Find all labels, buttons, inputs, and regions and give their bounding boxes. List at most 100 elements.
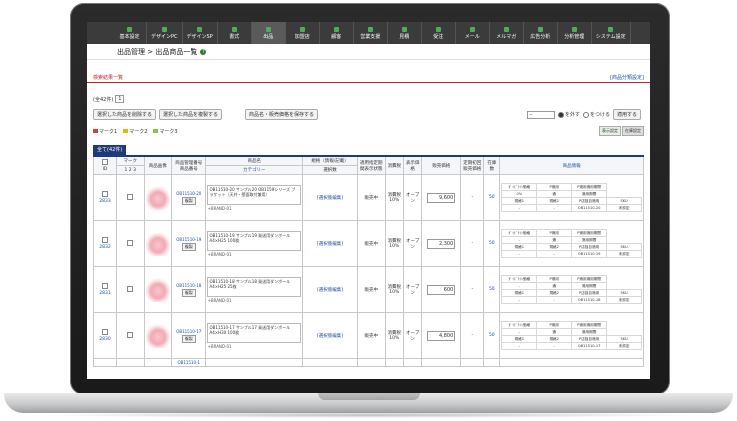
nav-item[interactable]: システム設定 xyxy=(592,22,631,44)
stock-link[interactable]: 50 xyxy=(489,287,495,292)
nav-item[interactable]: 広告分析 xyxy=(524,22,558,44)
nav-item-label: 受注 xyxy=(433,33,444,40)
nav-icon xyxy=(231,26,237,32)
nav-item[interactable]: 見積 xyxy=(388,22,422,44)
price-input[interactable]: 2,300 xyxy=(427,238,456,249)
duplicate-button[interactable]: 複製 xyxy=(181,288,196,297)
header-display: 表示価格 xyxy=(402,155,423,175)
mark-select[interactable]: -- xyxy=(526,110,555,119)
nav-item[interactable]: 分析管理 xyxy=(558,22,592,44)
stock-link[interactable]: 50 xyxy=(489,195,495,200)
row-price-cell: 4,800 xyxy=(421,312,462,359)
price-input[interactable]: 9,600 xyxy=(427,192,456,203)
stock-settings-button[interactable]: 在庫設定 xyxy=(622,126,644,136)
product-image[interactable] xyxy=(145,185,170,210)
mark-checkbox[interactable] xyxy=(127,285,134,292)
display-settings-button[interactable]: 表示設定 xyxy=(599,126,621,136)
nav-icon xyxy=(127,26,132,32)
delete-selected-button[interactable]: 選択した商品を削除する xyxy=(93,109,157,120)
row-id-link[interactable]: 2831 xyxy=(99,291,110,296)
info-cell: P店独自適用 xyxy=(571,335,608,343)
mark-select-value: -- xyxy=(528,111,533,118)
nav-item[interactable]: 出品 xyxy=(251,22,286,44)
nav-item[interactable]: 顧客 xyxy=(320,22,354,44)
nav-item-label: 顧客 xyxy=(331,33,342,40)
row-spec-cell: [選択肢編集] xyxy=(301,220,359,267)
edit-options-link[interactable]: [選択肢編集] xyxy=(317,288,343,293)
nav-item[interactable]: デザインSP xyxy=(183,22,218,44)
apply-button[interactable]: 適用する xyxy=(612,109,641,120)
row-checkbox[interactable] xyxy=(101,191,108,197)
nav-item[interactable]: デザインPC xyxy=(147,22,183,44)
mark-num: 3 xyxy=(133,167,136,173)
mark-checkbox[interactable] xyxy=(127,193,134,200)
product-name-input[interactable]: OB11510-20 サンプル20 OB1159シリーズ ブラケット（天井・壁面… xyxy=(207,184,301,205)
mark-checkbox[interactable] xyxy=(127,331,134,338)
radio-add[interactable]: をつける xyxy=(582,111,610,118)
product-code-link[interactable]: OB11510-17 xyxy=(173,329,204,334)
nav-item[interactable]: 受注 xyxy=(422,22,456,44)
edit-options-link[interactable]: [選択肢編集] xyxy=(317,334,343,339)
row-id-link[interactable]: 2830 xyxy=(99,337,110,342)
header-category: カテゴリー xyxy=(205,165,303,175)
info-cell: 未設定 xyxy=(606,250,642,258)
duplicate-button[interactable]: 複製 xyxy=(181,334,196,343)
product-name-input[interactable]: OB11510-18 サンプル18 発送用ダンボール A4×H25 25枚 xyxy=(207,276,301,297)
mark-checkbox[interactable] xyxy=(127,239,134,246)
info-cell: 規格2 xyxy=(536,243,573,251)
stock-link[interactable]: 50 xyxy=(489,333,495,338)
nav-icon xyxy=(161,26,167,32)
product-image[interactable] xyxy=(145,323,170,348)
category-settings-link[interactable]: [商品分類設定] xyxy=(610,74,644,81)
nav-item[interactable]: 営業支援 xyxy=(354,22,388,44)
price-input[interactable]: 600 xyxy=(427,284,456,295)
nav-item[interactable]: メール xyxy=(456,22,490,44)
row-image-cell xyxy=(143,220,173,267)
duplicate-button[interactable]: 複製 xyxy=(181,196,196,205)
row-stock-cell: 50 xyxy=(483,312,501,359)
product-image[interactable] xyxy=(145,231,170,256)
header-select-count: 選択数 xyxy=(301,165,359,175)
stock-link[interactable]: 50 xyxy=(489,241,495,246)
info-cell: OB11510-19 xyxy=(571,250,608,258)
nav-icon xyxy=(608,26,614,32)
radio-remove[interactable]: を外す xyxy=(557,111,580,118)
edit-options-link[interactable]: [選択肢編集] xyxy=(317,242,343,247)
mark-label: マーク3 xyxy=(159,128,178,135)
info-cell: 適用期間 xyxy=(571,328,608,336)
nav-item[interactable]: メルマガ xyxy=(490,22,524,44)
product-code-link[interactable]: OB11510-18 xyxy=(173,283,204,288)
nav-item[interactable]: 加盟店 xyxy=(286,22,320,44)
nav-item[interactable]: 基本設定 xyxy=(113,22,147,44)
nav-item-label: メルマガ xyxy=(496,33,517,40)
select-all-checkbox[interactable] xyxy=(101,159,108,165)
product-code-link[interactable]: OB11510-20 xyxy=(173,191,204,196)
row-checkbox[interactable] xyxy=(101,283,108,289)
info-cell: - xyxy=(536,204,573,212)
price-input[interactable]: 4,800 xyxy=(427,330,456,341)
copy-selected-button[interactable]: 選択した商品を複製する xyxy=(159,109,223,120)
row-code-cell: OB11510-20 複製 xyxy=(171,174,207,221)
duplicate-button[interactable]: 複製 xyxy=(181,242,196,251)
product-name-input[interactable]: OB11510-17 サンプル17 発送用ダンボール A4×H30 100枚 xyxy=(207,322,301,343)
row-display: オープン xyxy=(402,266,423,313)
row-id-link[interactable]: 2833 xyxy=(99,199,110,204)
nav-item-label: 広告分析 xyxy=(530,33,551,40)
info-cell: 通 xyxy=(536,190,573,198)
product-name-input[interactable]: OB11510-19 サンプル19 発送用ダンボール A4×H25 100枚 xyxy=(207,230,301,251)
row-checkbox[interactable] xyxy=(101,237,108,243)
product-code-link[interactable]: OB11510-1 xyxy=(173,360,204,365)
product-code-link[interactable]: OB11510-19 xyxy=(173,237,204,242)
edit-options-link[interactable]: [選択肢編集] xyxy=(317,196,343,201)
nav-item[interactable]: 書式 xyxy=(218,22,252,44)
row-id-cell: 2831 xyxy=(93,266,117,313)
header-id-label: ID xyxy=(102,167,108,172)
row-id-link[interactable]: 2832 xyxy=(99,245,110,250)
help-icon[interactable]: ? xyxy=(200,48,207,55)
page-number[interactable]: 1 xyxy=(115,95,125,103)
save-name-price-button[interactable]: 商品名・販売価格を保存する xyxy=(245,109,319,120)
product-image[interactable] xyxy=(145,277,170,302)
row-checkbox[interactable] xyxy=(101,329,108,335)
all-items-tab[interactable]: 全て(42件) xyxy=(93,145,127,155)
row-prev-price: - xyxy=(460,220,485,267)
